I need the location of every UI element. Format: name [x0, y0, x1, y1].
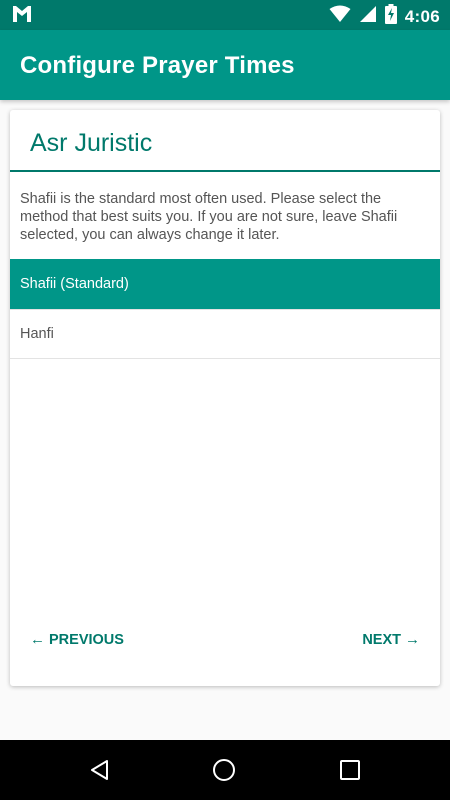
recents-icon[interactable]: [338, 758, 362, 787]
previous-label: PREVIOUS: [49, 631, 124, 648]
arrow-right-icon: →: [405, 631, 420, 648]
next-button[interactable]: NEXT →: [362, 631, 420, 648]
option-label: Shafii (Standard): [20, 276, 129, 292]
signal-icon: [359, 5, 377, 28]
status-bar: 4:06: [0, 0, 450, 30]
previous-button[interactable]: ← PREVIOUS: [30, 631, 124, 648]
card-title: Asr Juristic: [30, 129, 153, 157]
back-icon[interactable]: [88, 758, 112, 787]
wifi-icon: [329, 5, 351, 28]
asr-juristic-card: Asr Juristic Shafii is the standard most…: [10, 110, 440, 686]
clock: 4:06: [404, 6, 440, 26]
option-shafii[interactable]: Shafii (Standard): [10, 259, 440, 309]
battery-charging-icon: [384, 4, 397, 29]
arrow-left-icon: ←: [30, 631, 45, 648]
home-icon[interactable]: [212, 758, 236, 787]
card-description: Shafii is the standard most often used. …: [20, 191, 398, 243]
next-label: NEXT: [362, 631, 401, 648]
option-hanfi[interactable]: Hanfi: [10, 309, 440, 359]
app-title: Configure Prayer Times: [20, 52, 295, 79]
app-bar: Configure Prayer Times: [0, 30, 450, 100]
title-divider: [10, 170, 440, 172]
system-nav-bar: [0, 740, 450, 800]
option-label: Hanfi: [20, 326, 54, 342]
gmail-icon: [12, 5, 32, 28]
